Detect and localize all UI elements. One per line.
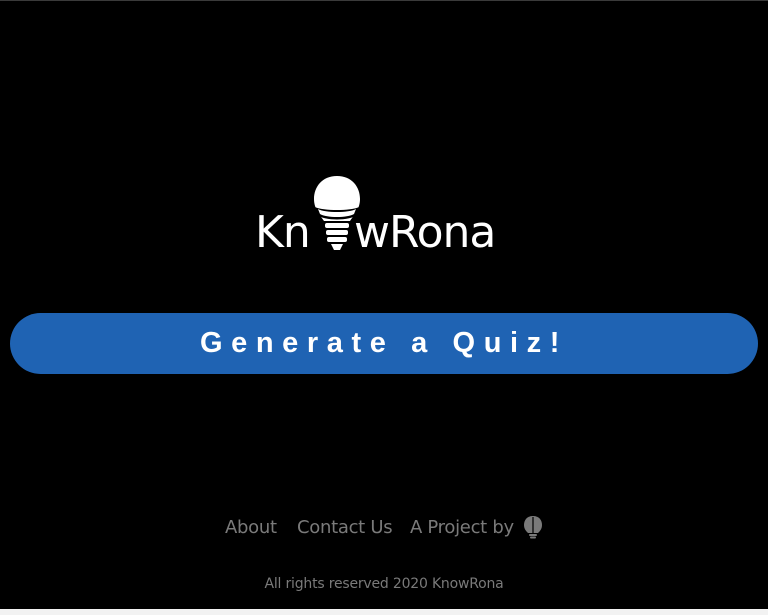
logo-text-right: wRona (354, 207, 496, 258)
footer-links: About Contact Us A Project by (0, 513, 768, 543)
about-link[interactable]: About (225, 517, 277, 538)
lightbulb-icon[interactable] (522, 515, 544, 539)
logo[interactable]: Kn wRona (255, 173, 515, 259)
project-by-link[interactable]: A Project by (410, 517, 514, 538)
logo-text-left: Kn (255, 207, 311, 258)
contact-us-link[interactable]: Contact Us (297, 517, 393, 538)
copyright-text: All rights reserved 2020 KnowRona (264, 576, 504, 592)
bottom-strip (0, 609, 768, 615)
generate-quiz-button[interactable]: Generate a Quiz! (10, 313, 758, 374)
page: Kn wRona Generate a Quiz! About Contact … (0, 0, 768, 615)
